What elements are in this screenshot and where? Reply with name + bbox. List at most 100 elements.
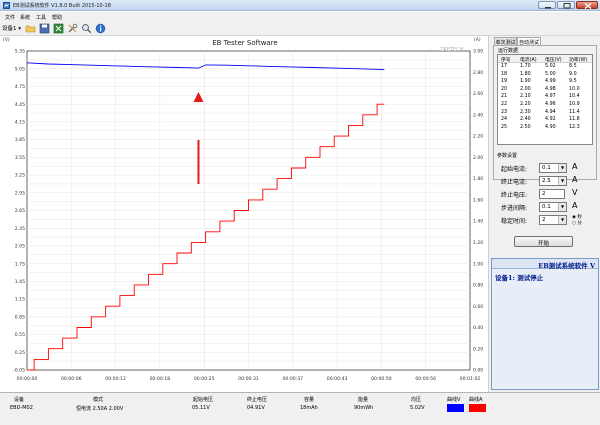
status-panel: EB测试系统软件 V 设备1: 测试停止 xyxy=(491,258,599,390)
y-left-unit-label: (V) xyxy=(3,37,10,43)
chevron-down-icon: ▼ xyxy=(558,164,566,172)
end-voltage-input[interactable]: 2 xyxy=(539,189,565,199)
y-left-tick-label: 3.25 xyxy=(15,173,25,179)
table-cell: 4.98 xyxy=(545,86,556,92)
table-row[interactable]: 23 2.30 4.94 11.4 xyxy=(498,109,592,117)
y-left-tick-label: 2.05 xyxy=(15,244,25,250)
table-row[interactable]: 17 1.70 5.02 8.5 xyxy=(498,63,592,71)
table-cell: 17 xyxy=(501,64,508,69)
x-tick-label: 00:00:50 xyxy=(371,376,392,382)
y-right-tick-label: 0.20 xyxy=(473,346,483,352)
y-right-tick-label: 2.80 xyxy=(473,70,483,76)
table-cell: 2.30 xyxy=(520,109,531,115)
x-tick-label: 00:00:37 xyxy=(282,376,303,382)
settings-tools-icon[interactable] xyxy=(67,23,78,34)
maximize-button[interactable] xyxy=(557,1,575,9)
y-left-tick-label: 5.35 xyxy=(15,49,25,55)
radio-minutes[interactable]: ○ 分 xyxy=(572,220,582,226)
export-excel-icon[interactable] xyxy=(53,23,64,34)
table-cell: 4.94 xyxy=(545,109,556,115)
menu-system[interactable]: 系统 xyxy=(20,14,30,21)
menu-help[interactable]: 帮助 xyxy=(52,14,62,21)
x-tick-label: 00:00:06 xyxy=(61,376,82,382)
table-cell: 1.70 xyxy=(520,64,531,69)
column-header: 序号 xyxy=(501,58,511,63)
table-row[interactable]: 20 2.00 4.98 10.0 xyxy=(498,86,592,94)
toolbar: 设备1 ▾ xyxy=(0,21,600,36)
table-row[interactable]: 18 1.80 5.00 9.0 xyxy=(498,71,592,79)
y-left-tick-label: 1.15 xyxy=(15,297,25,303)
status-device-value: EBD-M02 xyxy=(10,405,33,411)
table-cell: 5.02 xyxy=(545,64,556,69)
status-header-end-voltage: 终止电压 xyxy=(247,397,268,403)
table-cell: 11.4 xyxy=(569,109,580,115)
run-data-table: 序号 电流(A) 电压(V) 功率(W) 17 1.70 5.02 8.5 18… xyxy=(497,54,593,145)
chevron-down-icon: ▼ xyxy=(558,216,566,224)
table-cell: 1.80 xyxy=(520,71,531,77)
table-cell: 5.00 xyxy=(545,71,556,77)
x-tick-label: 00:00:56 xyxy=(415,376,436,382)
close-button[interactable] xyxy=(576,1,598,9)
table-row[interactable]: 25 2.50 4.90 12.3 xyxy=(498,124,592,132)
info-icon[interactable] xyxy=(95,23,106,34)
curve-v-color-swatch[interactable] xyxy=(447,404,464,412)
column-header: 电压(V) xyxy=(545,58,562,63)
table-header-row: 序号 电流(A) 电压(V) 功率(W) xyxy=(498,55,592,63)
table-row[interactable]: 19 1.90 4.99 9.5 xyxy=(498,78,592,86)
open-folder-icon[interactable] xyxy=(25,23,36,34)
step-interval-select[interactable]: 0.1 ▼ xyxy=(539,202,567,212)
end-current-label: 终止电流: xyxy=(501,179,528,186)
table-cell: 8.5 xyxy=(569,64,577,69)
tab-single-test[interactable]: 单次测试 xyxy=(494,37,517,46)
y-right-tick-label: 0.40 xyxy=(473,325,483,331)
curve-a-color-swatch[interactable] xyxy=(469,404,486,412)
table-cell: 4.96 xyxy=(545,102,556,107)
table-cell: 24 xyxy=(501,117,508,123)
y-left-tick-label: 0.25 xyxy=(15,350,25,356)
y-right-tick-label: 0.80 xyxy=(473,283,483,289)
status-start-voltage-value: 05.11V xyxy=(192,405,210,411)
chevron-down-icon: ▾ xyxy=(18,26,22,32)
chevron-down-icon: ▼ xyxy=(558,177,566,185)
y-left-tick-label: 4.75 xyxy=(15,84,25,90)
status-header-energy: 能量 xyxy=(358,397,369,403)
menu-bar: 文件 系统 工具 帮助 xyxy=(0,12,600,21)
tab-auto-test[interactable]: 自动测试 xyxy=(517,37,541,46)
search-zoom-icon[interactable] xyxy=(81,23,92,34)
table-row[interactable]: 21 2.10 4.97 10.4 xyxy=(498,93,592,101)
x-tick-label: 00:00:43 xyxy=(327,376,348,382)
table-cell: 12.3 xyxy=(569,124,580,130)
status-header-device: 设备 xyxy=(14,397,25,403)
table-row[interactable]: 24 2.40 4.92 11.8 xyxy=(498,116,592,124)
device-status-text: 设备1: 测试停止 xyxy=(495,274,544,282)
table-cell: 4.92 xyxy=(545,117,556,123)
start-current-label: 起始电流: xyxy=(501,166,528,173)
menu-tools[interactable]: 工具 xyxy=(36,14,46,21)
end-current-value: 2.5 xyxy=(542,178,551,184)
y-right-tick-label: 2.40 xyxy=(473,112,483,118)
device-selector[interactable]: 设备1 ▾ xyxy=(2,24,21,32)
start-button[interactable]: 开始 xyxy=(514,236,573,247)
table-row[interactable]: 22 2.20 4.96 10.9 xyxy=(498,101,592,109)
table-cell: 10.9 xyxy=(569,102,580,107)
status-capacity-value: 18mAh xyxy=(300,405,318,411)
y-right-tick-label: 2.60 xyxy=(473,91,483,97)
save-icon[interactable] xyxy=(39,23,50,34)
status-header-curve-a: 曲线A xyxy=(469,397,483,403)
table-cell: 22 xyxy=(501,102,508,107)
menu-file[interactable]: 文件 xyxy=(5,14,15,21)
end-voltage-value: 2 xyxy=(542,191,546,197)
y-left-tick-label: 4.15 xyxy=(15,119,25,125)
params-group: 起始电流: 0.1 ▼ A 终止电流: 2.5 ▼ A 终止电压: 2 V 步进… xyxy=(493,156,597,248)
table-cell: 2.50 xyxy=(520,124,531,130)
x-tick-label: 00:01:02 xyxy=(460,376,481,382)
end-current-select[interactable]: 2.5 ▼ xyxy=(539,176,567,186)
minimize-button[interactable] xyxy=(538,1,556,9)
y-right-tick-label: 0.60 xyxy=(473,304,483,310)
stable-time-select[interactable]: 2 ▼ xyxy=(539,215,567,225)
x-tick-label: 00:00:12 xyxy=(105,376,126,382)
start-current-select[interactable]: 0.1 ▼ xyxy=(539,163,567,173)
table-cell: 20 xyxy=(501,86,508,92)
start-current-value: 0.1 xyxy=(542,165,551,171)
table-cell: 23 xyxy=(501,109,508,115)
